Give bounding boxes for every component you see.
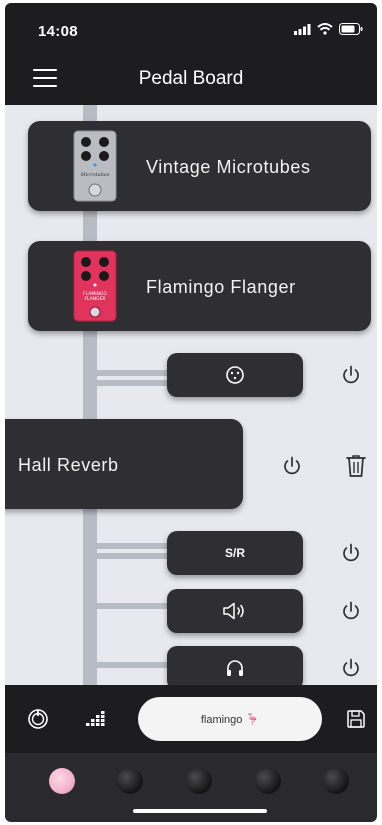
battery-icon xyxy=(339,23,363,35)
headphones-output-slot[interactable] xyxy=(167,646,303,685)
pedal-card-vintage-microtubes[interactable]: Microtubes Vintage Microtubes xyxy=(28,121,371,211)
pedal-name: Hall Reverb xyxy=(18,455,119,475)
microtubes-pedal-image: Microtubes xyxy=(73,130,117,202)
pedal-name: Flamingo Flanger xyxy=(146,277,296,297)
power-icon[interactable] xyxy=(340,364,362,386)
cable-branch xyxy=(97,543,167,549)
cable-branch xyxy=(97,553,167,559)
app-screen: 14:08 Pedal Board Microtubes Vintage Mic… xyxy=(5,3,377,822)
svg-text:FLANGER: FLANGER xyxy=(84,296,105,302)
power-icon[interactable] xyxy=(340,600,362,622)
cable-branch xyxy=(97,603,167,609)
cable-branch xyxy=(97,380,167,386)
cable-branch xyxy=(97,662,167,668)
svg-text:Microtubes: Microtubes xyxy=(80,172,110,178)
power-icon[interactable] xyxy=(340,657,362,679)
home-indicator[interactable] xyxy=(133,809,267,813)
flamingo-flanger-pedal-image: FLAMINGO FLANGER xyxy=(73,250,117,322)
pedal-card-flamingo-flanger[interactable]: FLAMINGO FLANGER Flamingo Flanger xyxy=(28,241,371,331)
level-meter-icon[interactable] xyxy=(85,710,109,728)
cable-branch xyxy=(97,370,167,376)
preset-slot[interactable] xyxy=(186,768,212,794)
save-icon[interactable] xyxy=(346,709,366,729)
preset-slots-bar xyxy=(5,753,377,822)
tuner-slot[interactable] xyxy=(167,353,303,397)
pedal-name: Vintage Microtubes xyxy=(146,157,311,177)
status-icons xyxy=(294,23,363,35)
status-time: 14:08 xyxy=(38,23,78,40)
power-icon[interactable] xyxy=(340,542,362,564)
preset-slot-active[interactable] xyxy=(49,768,75,794)
speaker-icon xyxy=(223,602,244,620)
pedal-card-hall-reverb[interactable]: Hall Reverb xyxy=(5,419,243,509)
send-return-label: S/R xyxy=(224,546,245,560)
status-bar: 14:08 xyxy=(5,3,377,51)
wifi-icon xyxy=(317,23,333,35)
preset-slot[interactable] xyxy=(117,768,143,794)
cellular-signal-icon xyxy=(294,23,311,35)
bottom-toolbar: flamingo 🦩 xyxy=(5,685,377,753)
page-title: Pedal Board xyxy=(138,68,244,89)
preset-slot[interactable] xyxy=(323,768,349,794)
preset-slot[interactable] xyxy=(255,768,281,794)
trash-icon[interactable] xyxy=(345,454,367,478)
app-header: Pedal Board xyxy=(5,51,377,105)
headphones-icon xyxy=(227,660,243,676)
tuner-knob-icon[interactable] xyxy=(27,708,49,730)
preset-name-button[interactable]: flamingo 🦩 xyxy=(138,697,322,741)
tuner-icon xyxy=(226,366,244,384)
pedal-board: Microtubes Vintage Microtubes FLAMINGO F… xyxy=(5,105,377,685)
power-icon[interactable] xyxy=(281,455,303,477)
send-return-slot[interactable]: S/R xyxy=(167,531,303,575)
speaker-output-slot[interactable] xyxy=(167,589,303,633)
